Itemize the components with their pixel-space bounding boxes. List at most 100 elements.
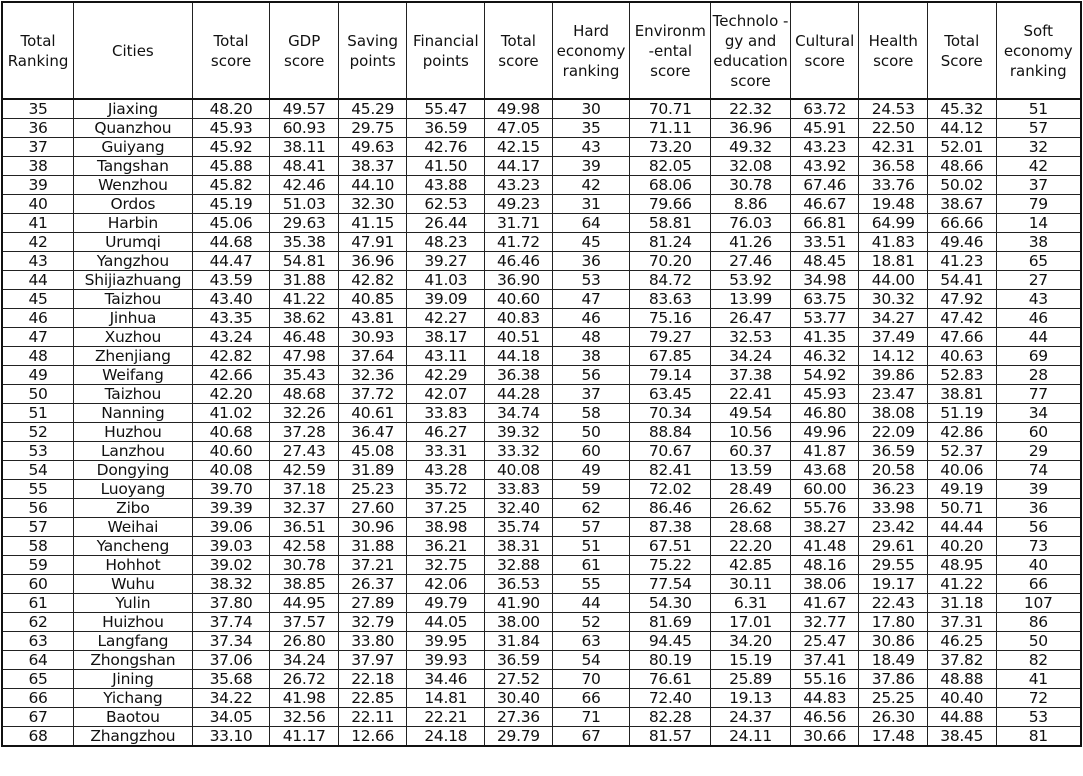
table-row: 37 Guiyang 45.92 38.11 49.63 42.76 42.15 43 73.2…	[1, 137, 1082, 157]
total-ranking-cell: 59	[1, 555, 75, 575]
table-row: 62 Huizhou 37.74 37.57 32.79 44.05 38.00 52 81.6…	[1, 612, 1082, 632]
table-row: 64 Zhongshan 37.06 34.24 37.97 39.93 36.59 54 80…	[1, 650, 1082, 670]
hard-economy-ranking-cell: 62	[551, 498, 631, 518]
technology-education-score-cell: 49.32	[710, 137, 791, 157]
city-name-cell: Yichang	[73, 688, 193, 708]
hard-economy-ranking-cell: 47	[551, 289, 631, 309]
financial-points-cell: 43.11	[406, 346, 486, 366]
header-soft-total-score: Total Score	[926, 1, 997, 100]
soft-total-score-cell: 31.18	[926, 593, 997, 613]
hard-economy-ranking-cell: 53	[551, 270, 631, 290]
saving-points-cell: 22.11	[337, 707, 408, 727]
soft-economy-ranking-cell: 56	[995, 517, 1082, 537]
technology-education-score-cell: 49.54	[710, 403, 791, 423]
total-ranking-cell: 56	[1, 498, 75, 518]
total-score-cell: 39.06	[191, 517, 271, 537]
technology-education-score-cell: 24.11	[710, 726, 791, 747]
table-row: 56 Zibo 39.39 32.37 27.60 37.25 32.40 62 86.46 26…	[1, 498, 1082, 518]
cultural-score-cell: 55.76	[789, 498, 860, 518]
city-name-cell: Dongying	[73, 460, 193, 480]
soft-economy-ranking-cell: 44	[995, 327, 1082, 347]
hard-total-score-cell: 36.38	[484, 365, 553, 385]
technology-education-score-cell: 26.47	[710, 308, 791, 328]
cultural-score-cell: 37.41	[789, 650, 860, 670]
table-row: 41 Harbin 45.06 29.63 41.15 26.44 31.71 64 58.81…	[1, 213, 1082, 233]
city-name-cell: Jinhua	[73, 308, 193, 328]
hard-economy-ranking-cell: 64	[551, 213, 631, 233]
hard-economy-ranking-cell: 35	[551, 118, 631, 138]
hard-total-score-cell: 40.51	[484, 327, 553, 347]
city-name-cell: Jiaxing	[73, 98, 193, 119]
table-row: 39 Wenzhou 45.82 42.46 44.10 43.88 43.23 42 68.0…	[1, 175, 1082, 195]
soft-total-score-cell: 40.63	[926, 346, 997, 366]
soft-total-score-cell: 44.88	[926, 707, 997, 727]
cultural-score-cell: 66.81	[789, 213, 860, 233]
technology-education-score-cell: 28.49	[710, 479, 791, 499]
gdp-score-cell: 51.03	[269, 194, 339, 214]
cultural-score-cell: 48.45	[789, 251, 860, 271]
hard-economy-ranking-cell: 55	[551, 574, 631, 594]
soft-economy-ranking-cell: 42	[995, 156, 1082, 176]
soft-economy-ranking-cell: 53	[995, 707, 1082, 727]
soft-total-score-cell: 49.19	[926, 479, 997, 499]
city-name-cell: Weihai	[73, 517, 193, 537]
total-score-cell: 44.47	[191, 251, 271, 271]
health-score-cell: 18.81	[858, 251, 928, 271]
hard-economy-ranking-cell: 52	[551, 612, 631, 632]
total-score-cell: 44.68	[191, 232, 271, 252]
soft-economy-ranking-cell: 66	[995, 574, 1082, 594]
environmental-score-cell: 81.24	[629, 232, 712, 252]
gdp-score-cell: 38.85	[269, 574, 339, 594]
financial-points-cell: 43.88	[406, 175, 486, 195]
total-score-cell: 45.82	[191, 175, 271, 195]
cultural-score-cell: 41.87	[789, 441, 860, 461]
technology-education-score-cell: 34.20	[710, 631, 791, 651]
city-name-cell: Lanzhou	[73, 441, 193, 461]
cultural-score-cell: 60.00	[789, 479, 860, 499]
hard-economy-ranking-cell: 42	[551, 175, 631, 195]
technology-education-score-cell: 13.59	[710, 460, 791, 480]
soft-total-score-cell: 47.66	[926, 327, 997, 347]
gdp-score-cell: 41.98	[269, 688, 339, 708]
hard-total-score-cell: 36.53	[484, 574, 553, 594]
table-row: 68 Zhangzhou 33.10 41.17 12.66 24.18 29.79 67 81…	[1, 726, 1082, 747]
gdp-score-cell: 27.43	[269, 441, 339, 461]
soft-total-score-cell: 48.66	[926, 156, 997, 176]
total-score-cell: 39.03	[191, 536, 271, 556]
total-ranking-cell: 63	[1, 631, 75, 651]
total-score-cell: 42.66	[191, 365, 271, 385]
technology-education-score-cell: 27.46	[710, 251, 791, 271]
technology-education-score-cell: 22.32	[710, 98, 791, 119]
total-score-cell: 39.70	[191, 479, 271, 499]
gdp-score-cell: 48.41	[269, 156, 339, 176]
hard-economy-ranking-cell: 30	[551, 98, 631, 119]
soft-economy-ranking-cell: 51	[995, 98, 1082, 119]
hard-total-score-cell: 29.79	[484, 726, 553, 747]
hard-total-score-cell: 27.36	[484, 707, 553, 727]
environmental-score-cell: 79.66	[629, 194, 712, 214]
saving-points-cell: 45.29	[337, 98, 408, 119]
financial-points-cell: 39.95	[406, 631, 486, 651]
technology-education-score-cell: 28.68	[710, 517, 791, 537]
hard-economy-ranking-cell: 43	[551, 137, 631, 157]
technology-education-score-cell: 42.85	[710, 555, 791, 575]
total-ranking-cell: 57	[1, 517, 75, 537]
hard-economy-ranking-cell: 51	[551, 536, 631, 556]
header-row: Total Ranking Cities Total score GDP sco…	[1, 1, 1082, 100]
table-row: 42 Urumqi 44.68 35.38 47.91 48.23 41.72 45 81.24…	[1, 232, 1082, 252]
total-ranking-cell: 66	[1, 688, 75, 708]
soft-economy-ranking-cell: 38	[995, 232, 1082, 252]
hard-total-score-cell: 40.83	[484, 308, 553, 328]
gdp-score-cell: 41.17	[269, 726, 339, 747]
city-name-cell: Zhangzhou	[73, 726, 193, 747]
header-health-score: Health score	[858, 1, 928, 100]
soft-economy-ranking-cell: 65	[995, 251, 1082, 271]
city-name-cell: Taizhou	[73, 289, 193, 309]
total-ranking-cell: 50	[1, 384, 75, 404]
gdp-score-cell: 29.63	[269, 213, 339, 233]
hard-economy-ranking-cell: 66	[551, 688, 631, 708]
saving-points-cell: 33.80	[337, 631, 408, 651]
gdp-score-cell: 35.43	[269, 365, 339, 385]
soft-economy-ranking-cell: 43	[995, 289, 1082, 309]
total-score-cell: 37.74	[191, 612, 271, 632]
